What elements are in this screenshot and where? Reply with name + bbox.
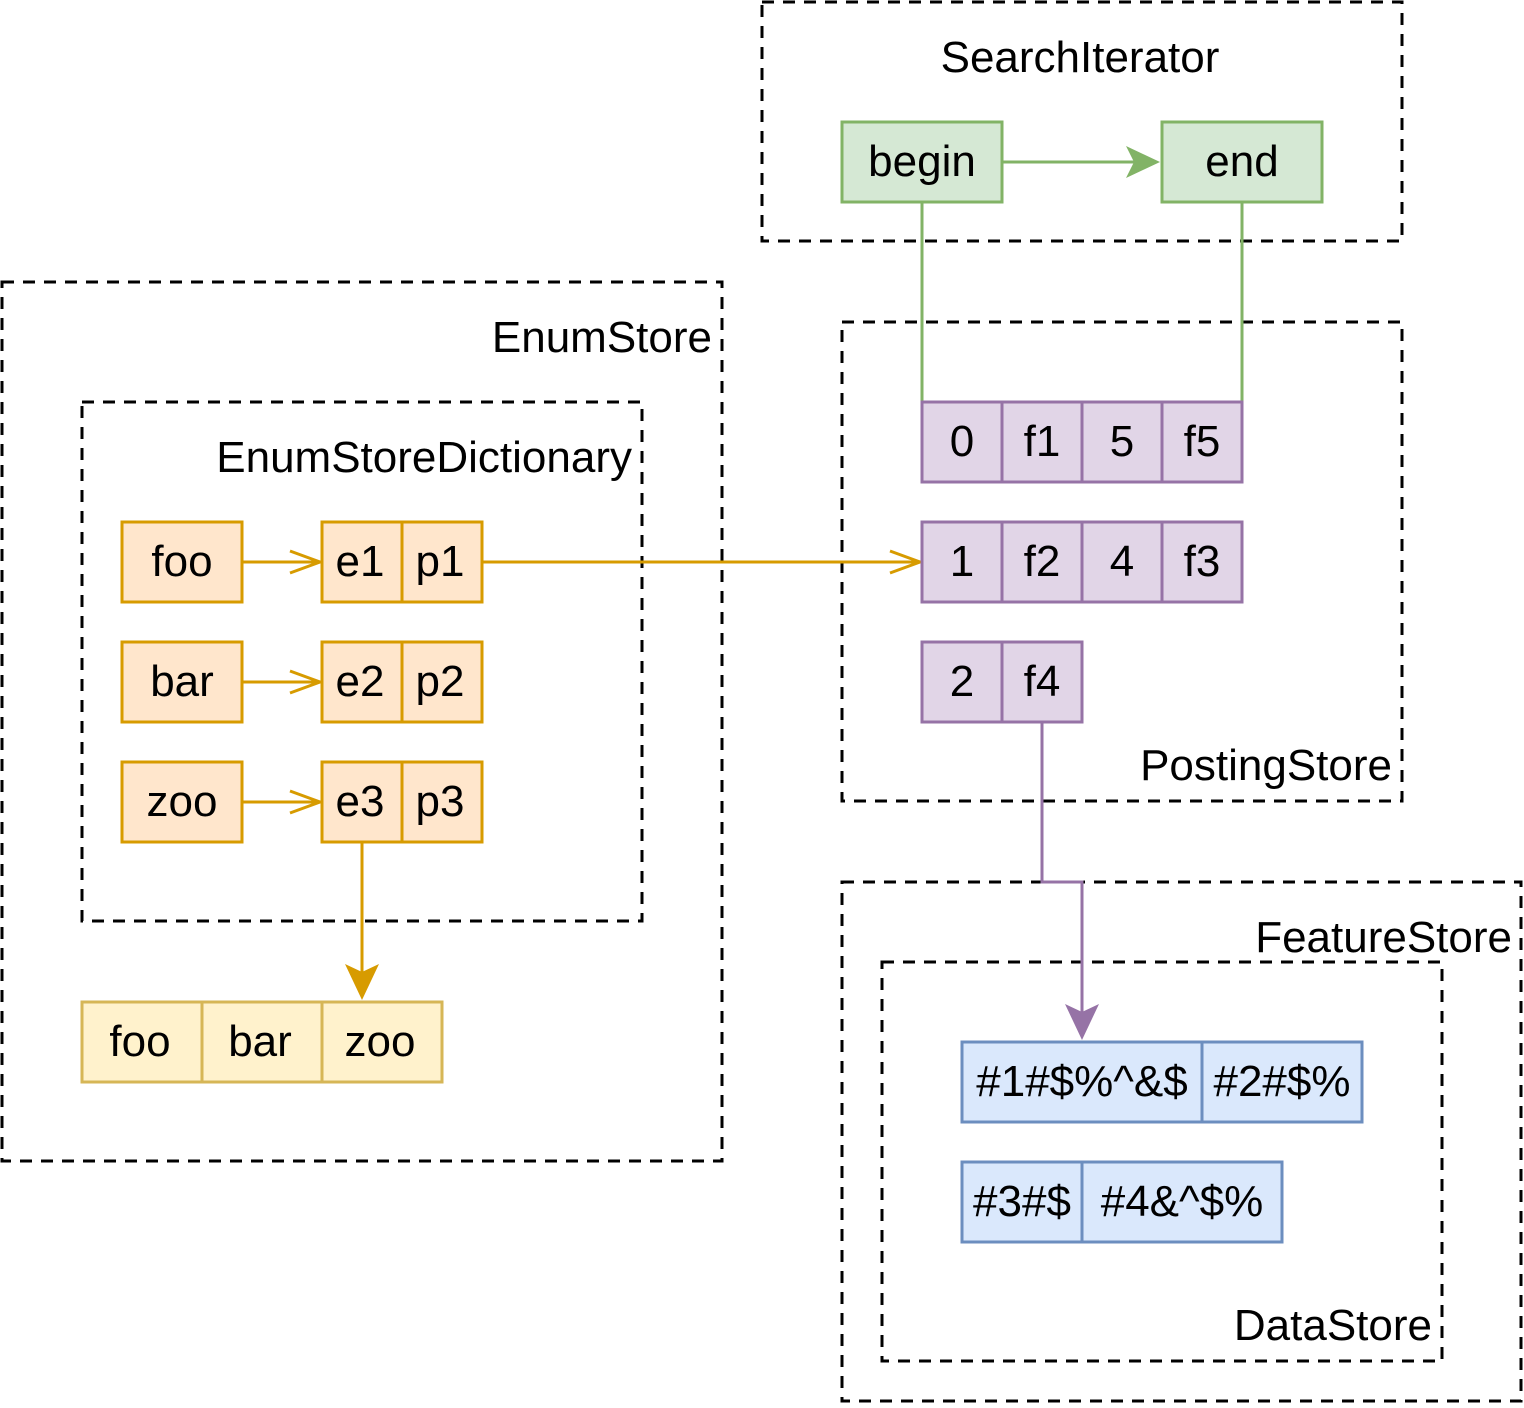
posting-cell-label: f3 xyxy=(1184,537,1221,586)
entry-posting-label: p2 xyxy=(416,657,465,706)
search-iterator-title: SearchIterator xyxy=(941,33,1220,82)
data-store-cell[interactable]: #3#$ xyxy=(960,1160,1084,1244)
posting-cell-label: 0 xyxy=(950,417,974,466)
posting-cell-label: 1 xyxy=(950,537,974,586)
enum-store-dictionary-title: EnumStoreDictionary xyxy=(216,433,632,482)
string-array: foo bar zoo xyxy=(80,1000,444,1084)
dictionary-key-label: foo xyxy=(151,537,212,586)
string-cell-label: bar xyxy=(228,1017,292,1066)
posting-cell-label: 2 xyxy=(950,657,974,706)
data-store-cell[interactable]: #1#$%^&$ xyxy=(960,1040,1204,1124)
data-store-row: #3#$ #4&^$% xyxy=(960,1160,1284,1244)
f4-to-datastore-edge xyxy=(1040,722,1084,1015)
end-node[interactable]: end xyxy=(1160,120,1324,204)
data-store-cell[interactable]: #2#$% xyxy=(1200,1040,1364,1124)
posting-store-title: PostingStore xyxy=(1140,741,1392,790)
data-store-cell[interactable]: #4&^$% xyxy=(1080,1160,1284,1244)
dictionary-entry-row[interactable]: e3 p3 xyxy=(320,760,484,844)
posting-cell[interactable]: f4 xyxy=(1000,640,1084,724)
posting-cell[interactable]: 4 xyxy=(1080,520,1164,604)
posting-row: 0 f1 5 f5 xyxy=(920,400,1244,484)
posting-row: 2 f4 xyxy=(920,640,1084,724)
posting-cell-label: 4 xyxy=(1110,537,1134,586)
data-store-row: #1#$%^&$ #2#$% xyxy=(960,1040,1364,1124)
posting-cell[interactable]: f3 xyxy=(1160,520,1244,604)
posting-cell[interactable]: 0 xyxy=(920,400,1004,484)
dictionary-entry-row[interactable]: e1 p1 xyxy=(320,520,484,604)
feature-store-title: FeatureStore xyxy=(1255,913,1512,962)
posting-cell[interactable]: f5 xyxy=(1160,400,1244,484)
data-store-title: DataStore xyxy=(1234,1301,1432,1350)
posting-cell-label: 5 xyxy=(1110,417,1134,466)
dictionary-entry-row[interactable]: e2 p2 xyxy=(320,640,484,724)
dictionary-keys: foo bar zoo xyxy=(120,520,244,844)
begin-node[interactable]: begin xyxy=(840,120,1004,204)
dictionary-key-node[interactable]: zoo xyxy=(120,760,244,844)
string-cell-label: zoo xyxy=(345,1017,416,1066)
string-cell[interactable]: zoo xyxy=(320,1000,444,1084)
data-store-cell-label: #3#$ xyxy=(973,1177,1071,1226)
entry-enum-label: e2 xyxy=(336,657,385,706)
posting-cell[interactable]: 2 xyxy=(920,640,1004,724)
posting-cell-label: f2 xyxy=(1024,537,1061,586)
posting-cell-label: f5 xyxy=(1184,417,1221,466)
posting-lists: 0 f1 5 f5 1 f2 4 f3 2 f4 xyxy=(920,400,1244,724)
dictionary-key-label: zoo xyxy=(147,777,218,826)
data-store-cell-label: #4&^$% xyxy=(1101,1177,1264,1226)
entry-enum-label: e1 xyxy=(336,537,385,586)
data-store-cell-label: #1#$%^&$ xyxy=(976,1057,1187,1106)
end-label: end xyxy=(1205,137,1278,186)
entry-posting-label: p1 xyxy=(416,537,465,586)
begin-label: begin xyxy=(868,137,976,186)
string-cell[interactable]: bar xyxy=(200,1000,324,1084)
entry-enum-label: e3 xyxy=(336,777,385,826)
posting-cell[interactable]: f1 xyxy=(1000,400,1084,484)
posting-cell[interactable]: f2 xyxy=(1000,520,1084,604)
entry-posting-label: p3 xyxy=(416,777,465,826)
diagram-canvas: SearchIterator EnumStore EnumStoreDictio… xyxy=(0,0,1523,1403)
dictionary-key-node[interactable]: bar xyxy=(120,640,244,724)
string-cell[interactable]: foo xyxy=(80,1000,204,1084)
data-store-rows: #1#$%^&$ #2#$% #3#$ #4&^$% xyxy=(960,1040,1364,1244)
posting-cell-label: f1 xyxy=(1024,417,1061,466)
data-store-cell-label: #2#$% xyxy=(1213,1057,1350,1106)
enum-store-title: EnumStore xyxy=(492,313,712,362)
dictionary-entries: e1 p1 e2 p2 e3 p3 xyxy=(320,520,484,844)
string-cell-label: foo xyxy=(109,1017,170,1066)
posting-cell-label: f4 xyxy=(1024,657,1061,706)
posting-row: 1 f2 4 f3 xyxy=(920,520,1244,604)
posting-cell[interactable]: 5 xyxy=(1080,400,1164,484)
dictionary-key-label: bar xyxy=(150,657,214,706)
posting-cell[interactable]: 1 xyxy=(920,520,1004,604)
dictionary-key-node[interactable]: foo xyxy=(120,520,244,604)
